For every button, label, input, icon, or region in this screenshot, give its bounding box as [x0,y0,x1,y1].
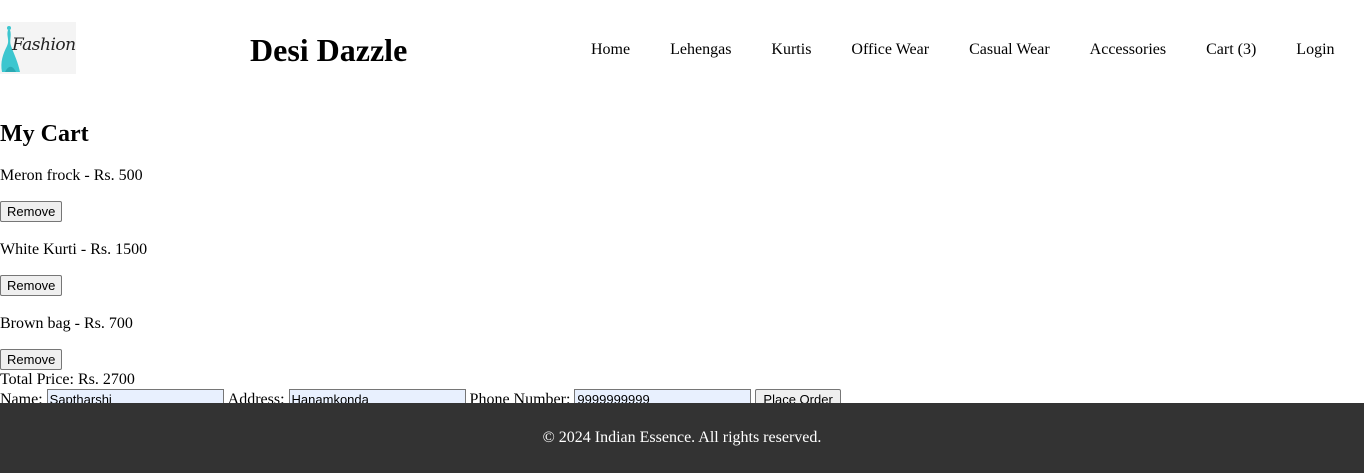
cart-item: Brown bag - Rs. 700 Remove [0,315,1364,370]
nav-accessories[interactable]: Accessories [1090,40,1166,60]
remove-button[interactable]: Remove [0,201,63,222]
site-title: Desi Dazzle [250,32,408,68]
nav-casual-wear[interactable]: Casual Wear [969,40,1050,60]
logo-text: Fashion [12,35,76,55]
cart-item-text: Meron frock - Rs. 500 [0,167,143,184]
nav-login[interactable]: Login [1296,40,1334,60]
cart-item-text: Brown bag - Rs. 700 [0,315,133,332]
nav-lehengas[interactable]: Lehengas [670,40,731,60]
nav-kurtis[interactable]: Kurtis [771,40,811,60]
main-nav: Home Lehengas Kurtis Office Wear Casual … [591,40,1335,60]
remove-button[interactable]: Remove [0,349,63,370]
cart-item: White Kurti - Rs. 1500 Remove [0,241,1364,296]
total-price: Total Price: Rs. 2700 [0,371,135,388]
fashion-logo[interactable]: Fashion [0,22,76,74]
site-footer: © 2024 Indian Essence. All rights reserv… [0,403,1364,473]
copyright-text: © 2024 Indian Essence. All rights reserv… [542,429,822,446]
cart-item-text: White Kurti - Rs. 1500 [0,241,148,258]
nav-cart[interactable]: Cart (3) [1206,40,1256,60]
cart-title: My Cart [0,121,89,147]
remove-button[interactable]: Remove [0,275,63,296]
nav-office-wear[interactable]: Office Wear [851,40,929,60]
nav-home[interactable]: Home [591,40,630,60]
site-header: Fashion Desi Dazzle Home Lehengas Kurtis… [0,0,1364,100]
cart-item: Meron frock - Rs. 500 Remove [0,167,1364,222]
cart-section: My Cart Meron frock - Rs. 500 Remove Whi… [0,100,1364,410]
